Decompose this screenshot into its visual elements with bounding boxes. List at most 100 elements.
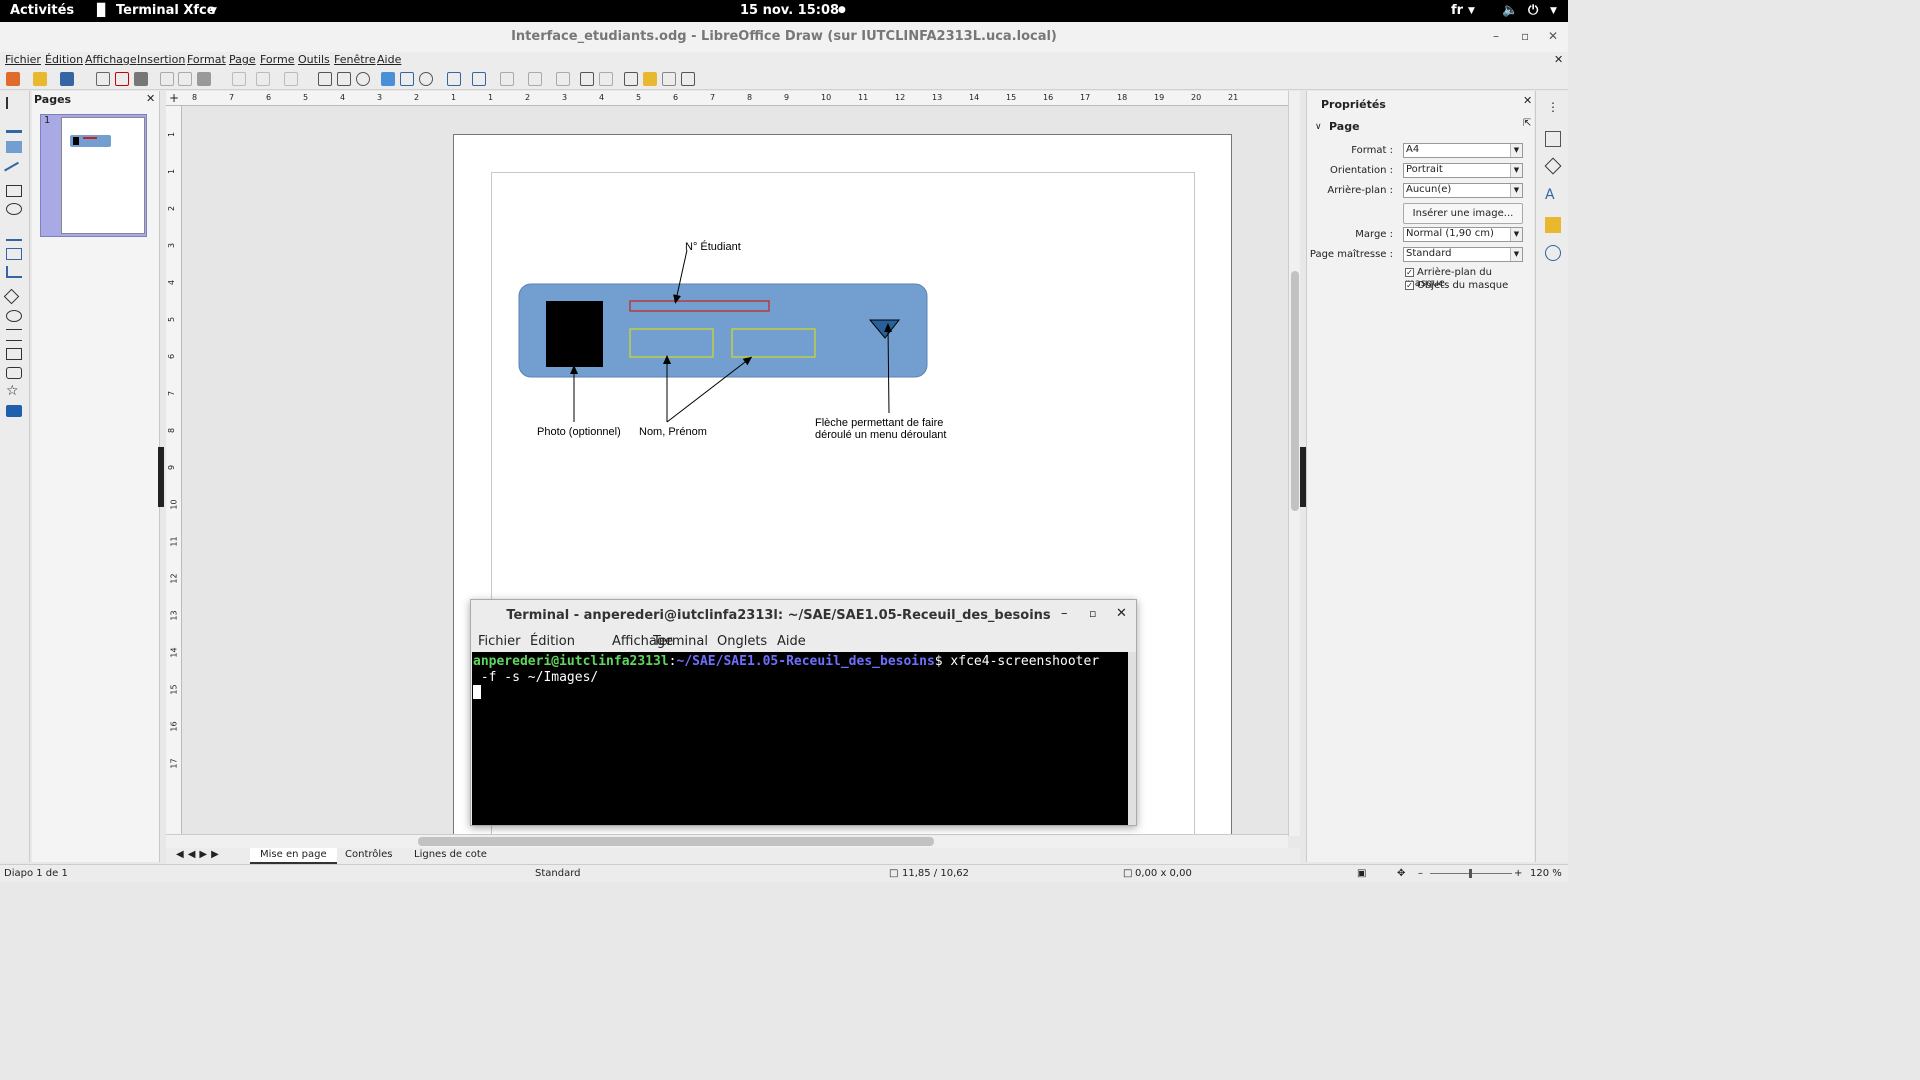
insert-textbox-icon[interactable]: [400, 72, 414, 86]
show-draw-functions-icon[interactable]: [681, 72, 695, 86]
minimize-button[interactable]: –: [1061, 606, 1068, 621]
special-character-icon[interactable]: [419, 72, 433, 86]
horizontal-scrollbar[interactable]: [166, 834, 1288, 848]
ruler-origin[interactable]: +: [166, 91, 182, 106]
rectangle-icon[interactable]: [6, 185, 22, 197]
app-menu[interactable]: Terminal Xfce: [116, 3, 216, 18]
background-select[interactable]: Aucun(e) ▼: [1403, 183, 1523, 198]
menu-forme[interactable]: Forme: [260, 53, 294, 66]
terminal-window[interactable]: Terminal - anperederi@iutclinfa2313l: ~/…: [470, 599, 1137, 826]
vertical-ruler[interactable]: 1 1 2 3 4 5 6 7 8 9 10 11 12 13 14 15 16 17: [166, 106, 182, 834]
horizontal-ruler[interactable]: 8 7 6 5 4 3 2 1 1 2 3 4 5 6 7 8 9 10 11 12 13 14 15 16 17 18 19 20 2…: [182, 91, 1288, 106]
more-options-icon[interactable]: ⇱: [1523, 118, 1531, 129]
distribute-icon[interactable]: [556, 72, 570, 86]
fit-page-icon[interactable]: ✥: [1397, 868, 1405, 879]
save-icon[interactable]: [60, 72, 74, 86]
format-select[interactable]: A4 ▼: [1403, 143, 1523, 158]
fill-color-icon[interactable]: [6, 141, 22, 153]
minimize-button[interactable]: –: [1493, 29, 1499, 43]
helplines-icon[interactable]: [337, 72, 351, 86]
shadow-icon[interactable]: [580, 72, 594, 86]
select-icon[interactable]: [6, 97, 22, 109]
tab-navigation-arrows-icon[interactable]: ◀◀▶▶: [176, 849, 223, 860]
new-icon[interactable]: [6, 72, 20, 86]
terminal-menu-onglets[interactable]: Onglets: [717, 634, 767, 649]
sidebar-collapse-handle[interactable]: [1300, 447, 1306, 507]
power-icon[interactable]: ⏻: [1528, 3, 1538, 18]
clone-formatting-icon[interactable]: [232, 72, 246, 86]
activities-button[interactable]: Activités: [10, 3, 74, 18]
maximize-button[interactable]: ▫: [1089, 607, 1096, 620]
pages-panel-collapse-handle[interactable]: [158, 447, 164, 507]
fontwork-icon[interactable]: [447, 72, 461, 86]
terminal-menu-edition[interactable]: Édition: [530, 634, 575, 649]
arrange-icon[interactable]: [528, 72, 542, 86]
ellipse-icon[interactable]: [6, 203, 22, 215]
symbol-shapes-icon[interactable]: [6, 310, 22, 322]
crop-icon[interactable]: [599, 72, 613, 86]
zoom-in-icon[interactable]: +: [1514, 868, 1522, 879]
close-button[interactable]: ✕: [1116, 606, 1127, 621]
tab-controles[interactable]: Contrôles: [335, 848, 403, 864]
vertical-scrollbar[interactable]: [1288, 91, 1300, 836]
zoom-slider-thumb[interactable]: [1469, 869, 1472, 878]
zoom-out-icon[interactable]: –: [1418, 868, 1423, 879]
zoom-level[interactable]: 120 %: [1530, 868, 1562, 879]
dropdown-arrow-label-line2[interactable]: déroulé un menu déroulant: [815, 429, 946, 441]
curve-icon[interactable]: [6, 248, 22, 260]
navigator-deck-icon[interactable]: [1545, 245, 1561, 261]
margin-select[interactable]: Normal (1,90 cm) ▼: [1403, 227, 1523, 242]
callout-icon[interactable]: [6, 367, 22, 379]
cut-icon[interactable]: [160, 72, 174, 86]
connector-icon[interactable]: [6, 266, 22, 278]
open-icon[interactable]: [33, 72, 47, 86]
stars-icon[interactable]: ☆: [6, 384, 22, 398]
document-modified-icon[interactable]: ▣: [1357, 868, 1366, 879]
section-page-title[interactable]: Page: [1329, 120, 1360, 133]
glue-points-icon[interactable]: [643, 72, 657, 86]
menu-page[interactable]: Page: [229, 53, 256, 66]
master-objects-checkbox[interactable]: ✓ Objets du masque: [1405, 280, 1508, 291]
language-indicator[interactable]: fr: [1451, 3, 1463, 18]
scrollbar-thumb[interactable]: [1291, 271, 1299, 511]
terminal-menu-terminal[interactable]: Terminal: [653, 634, 708, 649]
export-icon[interactable]: [96, 72, 110, 86]
tab-mise-en-page[interactable]: Mise en page: [250, 848, 337, 864]
terminal-output[interactable]: anperederi@iutclinfa2313l:~/SAE/SAE1.05-…: [472, 652, 1128, 825]
orientation-select[interactable]: Portrait ▼: [1403, 163, 1523, 178]
menu-format[interactable]: Format: [187, 53, 226, 66]
menu-insertion[interactable]: Insertion: [137, 53, 185, 66]
print-icon[interactable]: [134, 72, 148, 86]
photo-placeholder[interactable]: [546, 301, 603, 367]
arrow-line-icon[interactable]: [6, 229, 22, 241]
tab-lignes-de-cote[interactable]: Lignes de cote: [404, 848, 497, 864]
master-page-select[interactable]: Standard ▼: [1403, 247, 1523, 262]
menu-fenetre[interactable]: Fenêtre: [334, 53, 376, 66]
flowchart-icon[interactable]: [6, 348, 22, 360]
insert-image-icon[interactable]: [381, 72, 395, 86]
transformations-icon[interactable]: [472, 72, 486, 86]
terminal-scrollbar[interactable]: [1128, 652, 1136, 825]
scrollbar-thumb[interactable]: [418, 837, 934, 846]
styles-deck-icon[interactable]: A: [1545, 187, 1561, 203]
student-number-label[interactable]: N° Étudiant: [685, 241, 741, 253]
export-pdf-icon[interactable]: [115, 72, 129, 86]
redo-icon[interactable]: [284, 72, 298, 86]
close-button[interactable]: ✕: [1548, 29, 1558, 43]
name-label[interactable]: Nom, Prénom: [639, 426, 707, 438]
page-thumbnail[interactable]: 1: [40, 114, 147, 237]
close-icon[interactable]: ✕: [1523, 94, 1532, 107]
3d-objects-icon[interactable]: [6, 405, 22, 417]
maximize-button[interactable]: ▫: [1521, 29, 1529, 43]
insert-image-button[interactable]: Insérer une image...: [1403, 203, 1523, 224]
dropdown-arrow-label-line1[interactable]: Flèche permettant de faire: [815, 417, 943, 429]
properties-deck-icon[interactable]: [1545, 131, 1561, 147]
paste-icon[interactable]: [197, 72, 211, 86]
menu-edition[interactable]: Édition: [45, 53, 83, 66]
grid-icon[interactable]: [318, 72, 332, 86]
toggle-extrusion-icon[interactable]: [662, 72, 676, 86]
block-arrows-icon[interactable]: [6, 329, 22, 341]
undo-icon[interactable]: [256, 72, 270, 86]
terminal-menu-aide[interactable]: Aide: [777, 634, 806, 649]
copy-icon[interactable]: [178, 72, 192, 86]
